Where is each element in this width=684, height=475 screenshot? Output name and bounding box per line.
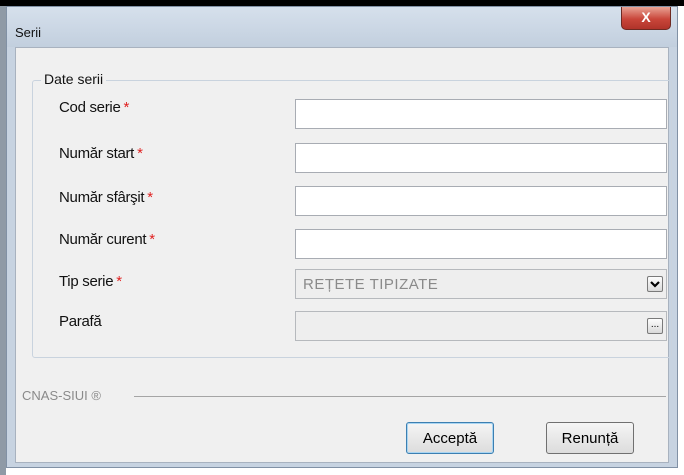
- numar-sfarsit-label: Număr sfârşit *: [59, 189, 153, 206]
- numar-start-label: Număr start *: [59, 145, 143, 162]
- tip-serie-label: Tip serie *: [59, 273, 122, 290]
- required-marker: *: [123, 99, 130, 116]
- dialog-body: Date serii Cod serie * Număr start * Număr…: [15, 47, 672, 463]
- numar-curent-label: Număr curent *: [59, 231, 155, 248]
- window-title: Serii: [15, 25, 42, 40]
- numar-curent-input[interactable]: [295, 229, 667, 259]
- browse-button[interactable]: ...: [647, 318, 663, 334]
- close-icon: X: [641, 9, 651, 25]
- required-marker: *: [149, 231, 155, 248]
- cod-serie-input[interactable]: [295, 99, 667, 129]
- parafa-field[interactable]: ...: [295, 311, 667, 341]
- required-marker: *: [116, 273, 122, 290]
- accept-button[interactable]: Acceptă: [406, 422, 494, 454]
- numar-start-input[interactable]: [295, 143, 667, 173]
- parafa-label: Parafă: [59, 313, 102, 330]
- numar-sfarsit-input[interactable]: [295, 186, 667, 216]
- required-marker: *: [147, 189, 153, 206]
- cod-serie-label: Cod serie *: [59, 99, 130, 116]
- required-marker: *: [137, 145, 143, 162]
- chevron-down-icon[interactable]: [647, 276, 663, 292]
- date-serii-group: Date serii Cod serie * Număr start * Număr…: [32, 71, 672, 358]
- footer-divider: [134, 396, 666, 397]
- tip-serie-value: REȚETE TIPIZATE: [303, 276, 439, 293]
- cancel-button[interactable]: Renunță: [546, 422, 634, 454]
- footer-brand: CNAS-SIUI ®: [22, 388, 101, 403]
- title-bar[interactable]: Serii X: [7, 7, 677, 47]
- serii-dialog: Serii X Date serii Cod serie * Număr star…: [6, 6, 678, 468]
- close-button[interactable]: X: [621, 7, 671, 30]
- group-legend: Date serii: [41, 71, 107, 87]
- tip-serie-select[interactable]: REȚETE TIPIZATE: [295, 269, 667, 299]
